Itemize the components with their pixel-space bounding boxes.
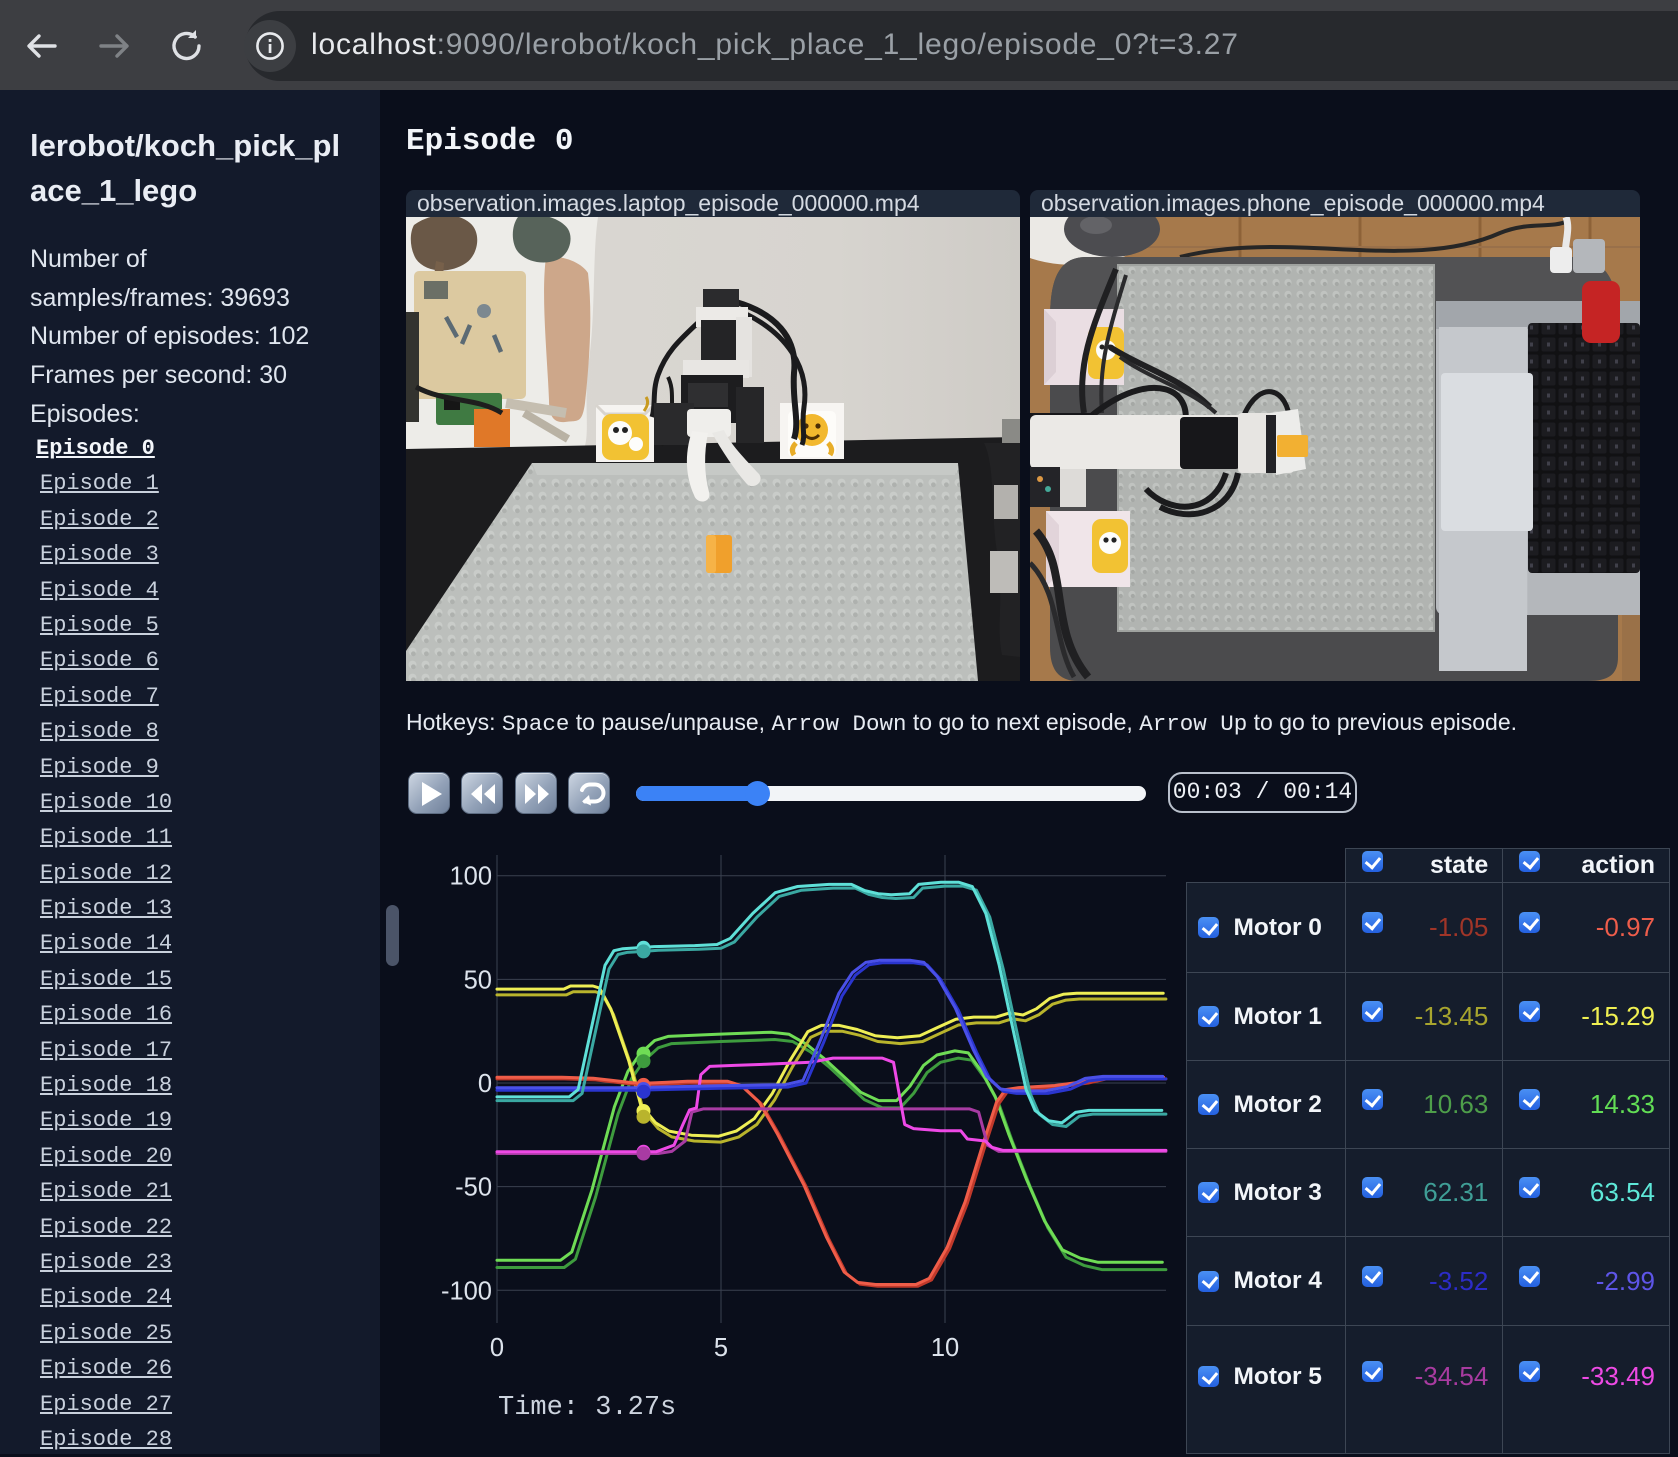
svg-text:100: 100 xyxy=(449,863,492,891)
svg-text:-100: -100 xyxy=(441,1277,492,1305)
svg-text:-50: -50 xyxy=(455,1174,492,1202)
svg-text:0: 0 xyxy=(478,1070,492,1098)
svg-text:5: 5 xyxy=(714,1334,728,1360)
svg-text:50: 50 xyxy=(464,966,492,994)
svg-text:10: 10 xyxy=(931,1334,959,1360)
svg-text:0: 0 xyxy=(490,1334,504,1360)
